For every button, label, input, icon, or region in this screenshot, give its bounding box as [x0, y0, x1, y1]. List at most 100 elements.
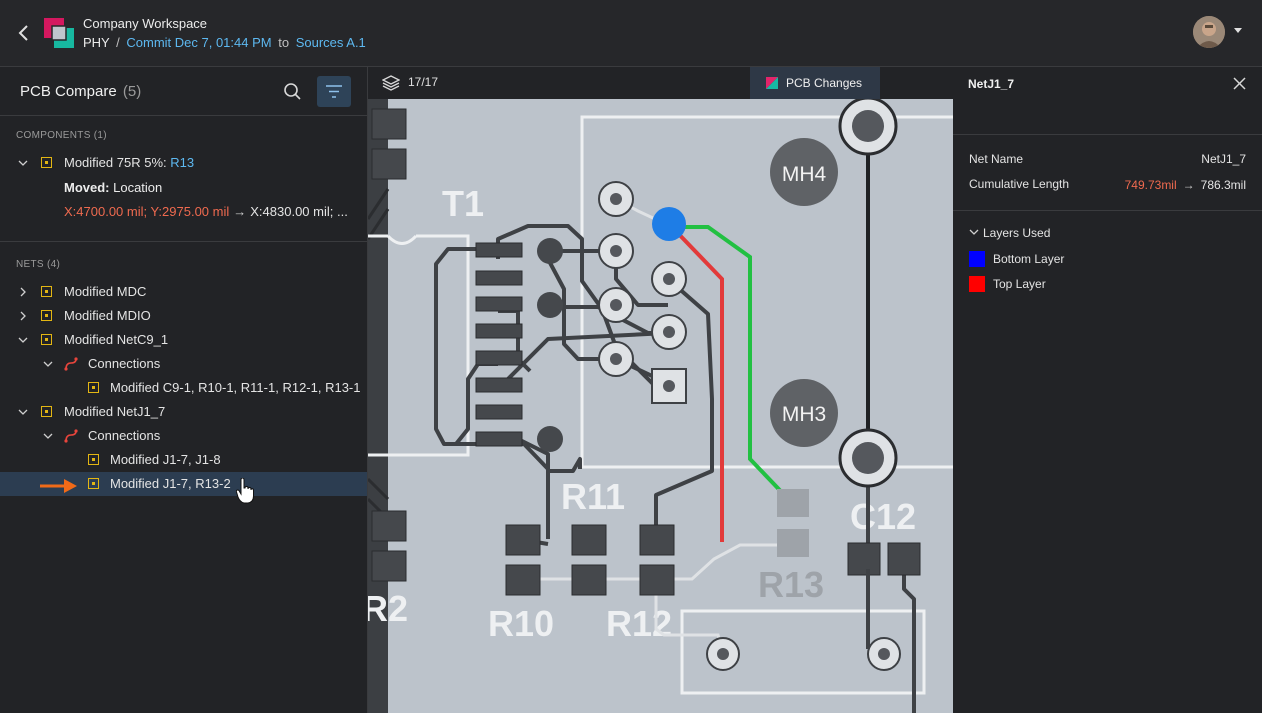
- top-layer-swatch: [969, 276, 985, 292]
- close-icon[interactable]: [1233, 77, 1246, 90]
- canvas-toolbar: 17/17 PCB Changes: [368, 67, 953, 99]
- chevron-down-icon[interactable]: [18, 158, 28, 168]
- breadcrumb-to: to: [278, 35, 290, 50]
- chevron-down-icon[interactable]: [18, 335, 28, 345]
- chevron-right-icon[interactable]: [18, 311, 28, 321]
- t1-pads: [475, 242, 523, 447]
- net-label: Modified MDC: [64, 284, 147, 299]
- layers-icon[interactable]: [382, 74, 400, 92]
- label-r13: R13: [758, 564, 824, 605]
- pcb-canvas[interactable]: T1 R11 R10 R12 C12 R2 R13 MH4 MH3: [368, 99, 953, 713]
- net-name-value: NetJ1_7: [1201, 152, 1246, 166]
- chevron-right-icon[interactable]: [18, 287, 28, 297]
- tab-pcb-changes[interactable]: PCB Changes: [750, 67, 880, 99]
- pcb-drawing: T1 R11 R10 R12 C12 R2 R13 MH4 MH3: [368, 99, 953, 713]
- nets-section-label: NETS (4): [16, 259, 61, 270]
- connections-label: Connections: [88, 356, 161, 371]
- panel-title: PCB Compare (5): [20, 83, 141, 100]
- label-r2: R2: [368, 588, 408, 629]
- length-label: Cumulative Length: [969, 177, 1070, 191]
- pcb-changes-icon: [766, 77, 778, 89]
- chevron-down-icon[interactable]: [43, 431, 53, 441]
- details-panel: Net Name NetJ1_7 Cumulative Length 749.7…: [953, 99, 1262, 713]
- net-row-mdio[interactable]: Modified MDIO: [0, 304, 367, 328]
- tab-label: PCB Changes: [786, 76, 863, 90]
- moved-label: Moved:: [64, 180, 110, 195]
- moved-value: Location: [109, 180, 163, 195]
- connection-label: Modified J1-7, R13-2: [110, 476, 231, 491]
- chevron-down-icon[interactable]: [18, 407, 28, 417]
- breadcrumb-commit[interactable]: Commit Dec 7, 01:44 PM: [126, 35, 271, 50]
- components-section-label: COMPONENTS (1): [16, 130, 107, 141]
- label-r11: R11: [561, 476, 625, 517]
- modified-icon: [41, 310, 52, 321]
- filter-icon: [326, 85, 342, 98]
- label-mh4: MH4: [782, 163, 827, 186]
- user-menu-chevron-down-icon[interactable]: [1234, 28, 1242, 33]
- modified-icon: [41, 334, 52, 345]
- chevron-down-icon: [969, 229, 979, 235]
- location-change: X:4700.00 mil; Y:2975.00 mil → X:4830.00 m…: [64, 204, 348, 219]
- breadcrumb-separator: /: [116, 35, 120, 50]
- connections-row[interactable]: Connections: [0, 352, 367, 376]
- modified-icon: [88, 382, 99, 393]
- net-label: Modified NetC9_1: [64, 332, 169, 347]
- length-arrow-icon: →: [1182, 178, 1195, 192]
- user-avatar[interactable]: [1193, 16, 1225, 48]
- modified-icon: [41, 286, 52, 297]
- component-prefix: Modified 75R 5%:: [64, 155, 171, 170]
- net-row-netj1-7[interactable]: Modified NetJ1_7: [0, 400, 367, 424]
- length-new: 786.3mil: [1200, 178, 1246, 192]
- avatar-image-icon: [1193, 16, 1225, 48]
- bottom-layer-swatch: [969, 251, 985, 267]
- label-t1: T1: [442, 183, 484, 224]
- workspace-title: Company Workspace: [83, 16, 208, 31]
- new-location: X:4830.00 mil; ...: [250, 204, 348, 219]
- breadcrumb-target[interactable]: Sources A.1: [296, 35, 366, 50]
- modified-icon: [88, 454, 99, 465]
- length-value: 749.73mil → 786.3mil: [1125, 178, 1246, 192]
- workspace-logo-icon: [44, 18, 74, 48]
- connection-item[interactable]: Modified J1-7, J1-8: [0, 448, 367, 472]
- moved-location: Moved: Location: [64, 180, 162, 195]
- breadcrumb-project[interactable]: PHY: [83, 35, 110, 50]
- green-trace: [670, 225, 795, 506]
- search-icon[interactable]: [281, 81, 305, 103]
- filter-button[interactable]: [317, 76, 351, 107]
- connections-label: Connections: [88, 428, 161, 443]
- old-location: X:4700.00 mil; Y:2975.00 mil: [64, 204, 230, 219]
- connection-icon: [64, 357, 78, 371]
- bottom-layer-label: Bottom Layer: [993, 252, 1065, 266]
- length-old: 749.73mil: [1124, 178, 1177, 192]
- layer-count[interactable]: 17/17: [408, 75, 438, 89]
- panel-title-count: (5): [122, 83, 142, 100]
- breadcrumb: PHY / Commit Dec 7, 01:44 PM to Sources …: [83, 35, 366, 50]
- label-r12: R12: [606, 603, 672, 644]
- mounting-holes: MH4 MH3: [770, 99, 898, 488]
- layers-used-toggle[interactable]: Layers Used: [969, 226, 1050, 240]
- net-row-netc9-1[interactable]: Modified NetC9_1: [0, 328, 367, 352]
- net-label: Modified MDIO: [64, 308, 151, 323]
- highlighted-via: [652, 207, 686, 241]
- change-arrow-icon: →: [233, 204, 247, 219]
- modified-icon: [41, 157, 52, 168]
- component-row-r13[interactable]: Modified 75R 5%: R13: [0, 151, 367, 175]
- r13-pads: [777, 489, 809, 557]
- label-r10: R10: [488, 603, 554, 644]
- label-c12: C12: [850, 496, 916, 537]
- highlight-arrow-icon: [40, 479, 77, 493]
- compare-sidebar: PCB Compare (5) COMPONENTS (1) Modified …: [0, 67, 368, 713]
- details-header: NetJ1_7: [953, 67, 1262, 99]
- chevron-down-icon[interactable]: [43, 359, 53, 369]
- net-row-mdc[interactable]: Modified MDC: [0, 280, 367, 304]
- connection-item[interactable]: Modified C9-1, R10-1, R11-1, R12-1, R13-…: [0, 376, 367, 400]
- connections-row[interactable]: Connections: [0, 424, 367, 448]
- back-arrow-icon[interactable]: [14, 22, 34, 44]
- connection-icon: [64, 429, 78, 443]
- connection-label: Modified C9-1, R10-1, R11-1, R12-1, R13-…: [110, 380, 361, 395]
- divider: [953, 210, 1262, 211]
- top-layer-label: Top Layer: [993, 277, 1046, 291]
- divider: [0, 115, 367, 116]
- net-name-label: Net Name: [969, 152, 1024, 166]
- component-ref-link[interactable]: R13: [170, 155, 194, 170]
